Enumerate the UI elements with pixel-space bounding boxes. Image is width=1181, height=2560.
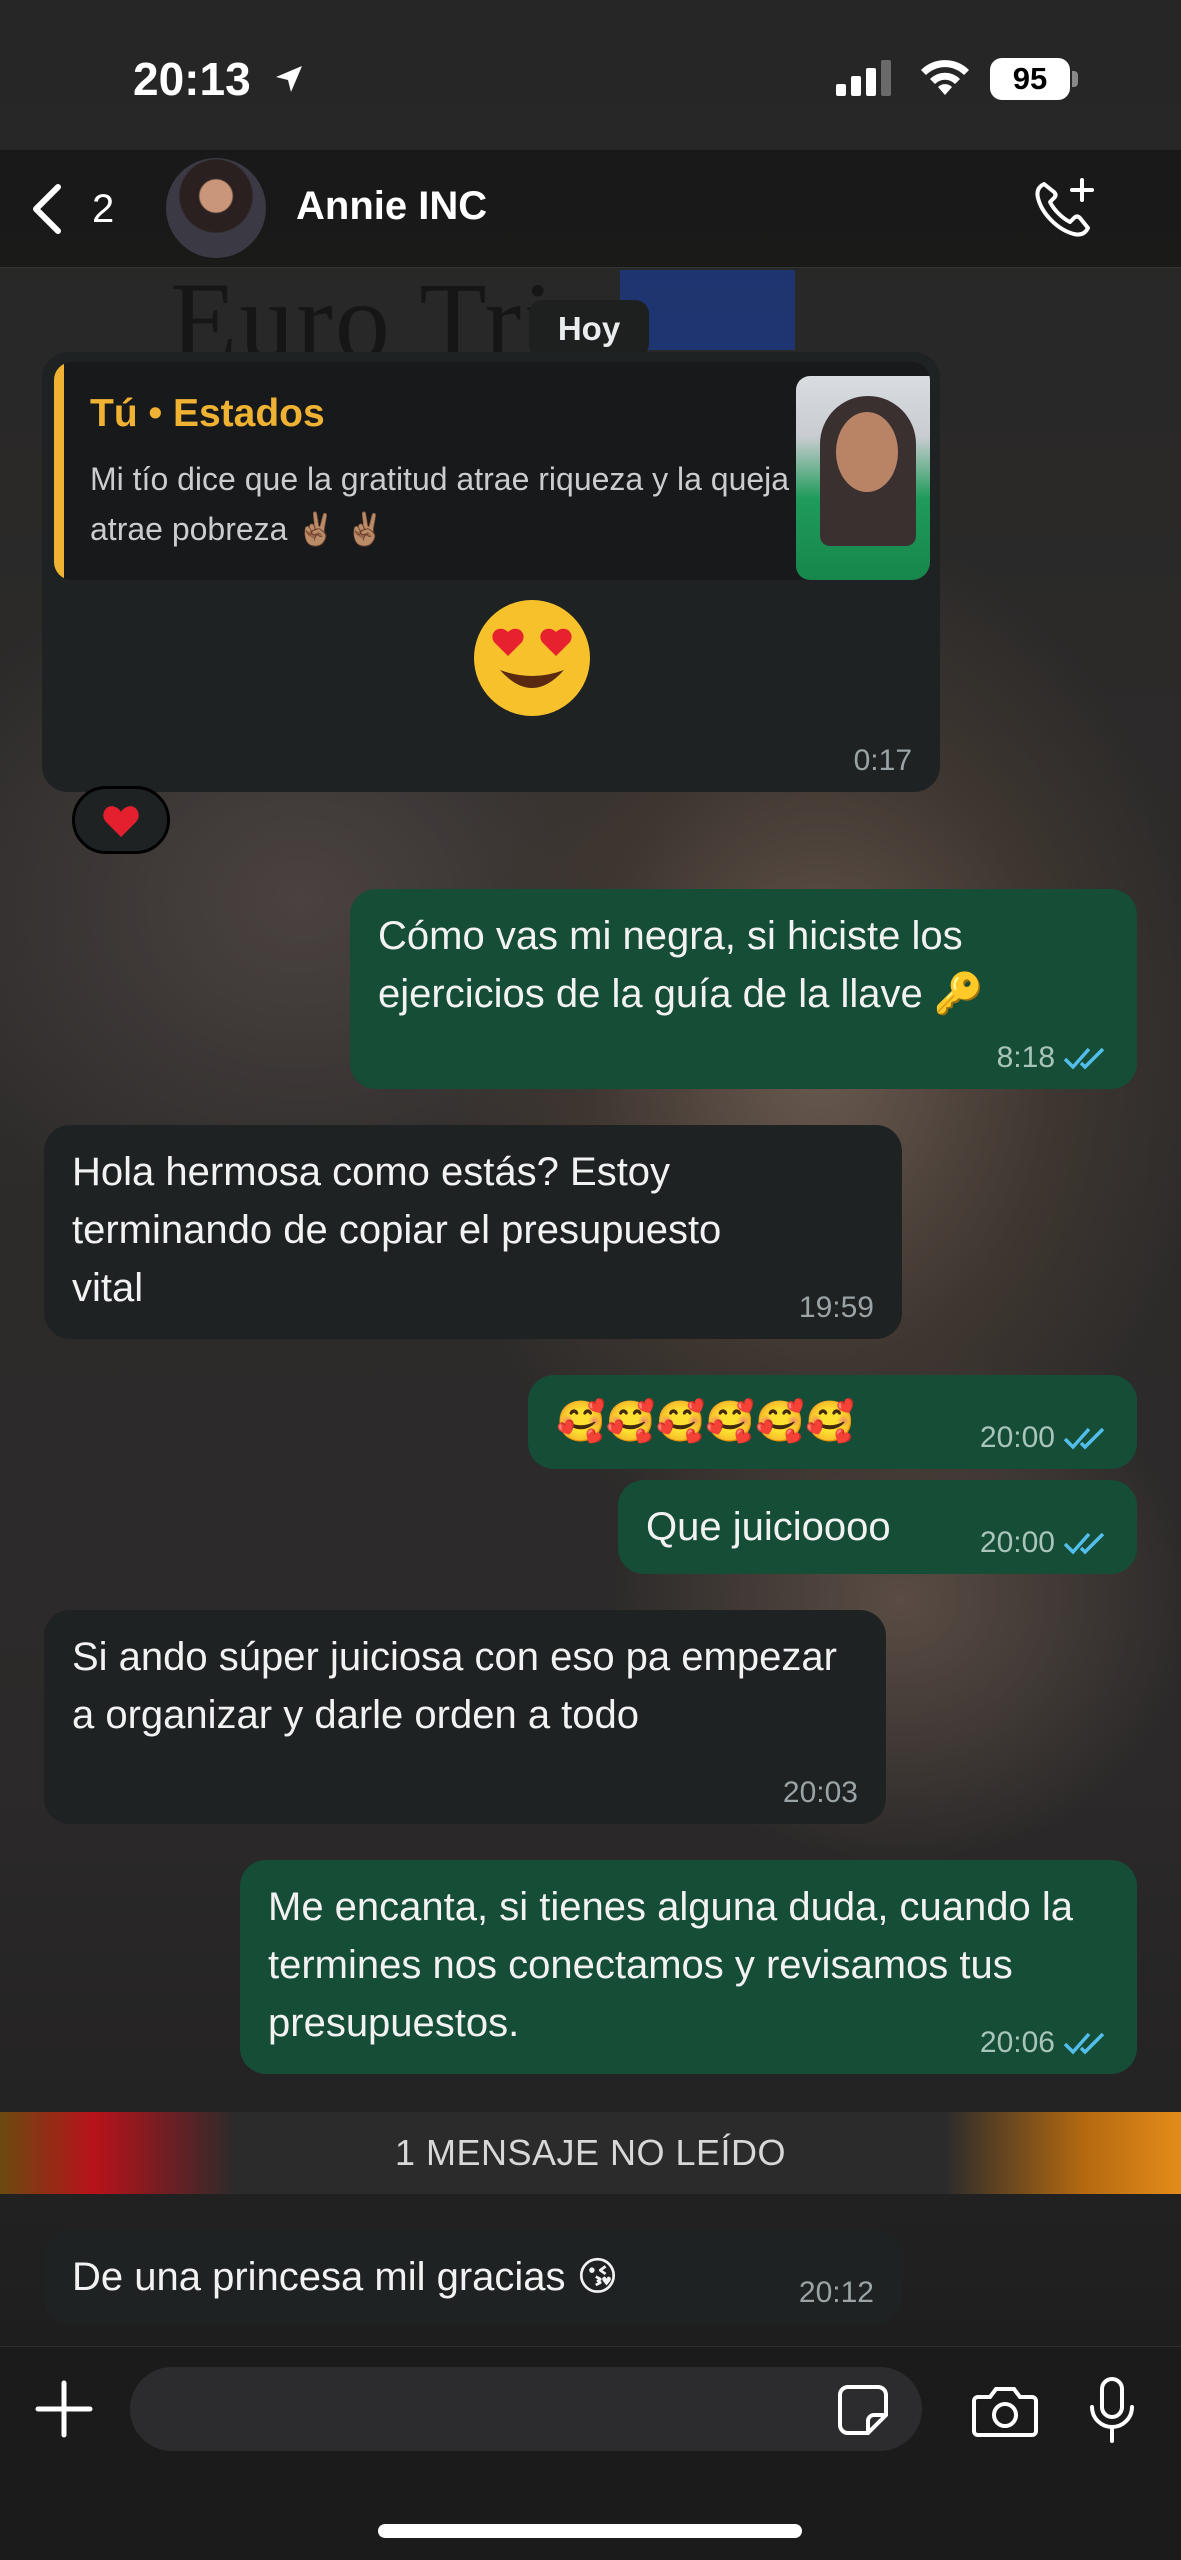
status-thumbnail — [796, 376, 930, 580]
incoming-message[interactable]: Si ando súper juiciosa con eso pa empeza… — [44, 1610, 886, 1824]
home-indicator — [378, 2524, 802, 2538]
message-time: 20:03 — [782, 1776, 858, 1809]
heart-reaction-icon — [103, 806, 139, 837]
day-separator: Hoy — [529, 300, 649, 358]
status-reply-time: 0:17 — [853, 744, 912, 777]
heart-eyes-emoji-icon — [474, 600, 590, 716]
read-ticks-icon — [1063, 1532, 1105, 1555]
battery-tip — [1072, 71, 1078, 87]
outgoing-message[interactable]: 🥰🥰🥰🥰🥰🥰 20:00 — [528, 1375, 1137, 1469]
read-ticks-icon — [1063, 1047, 1105, 1070]
contact-avatar[interactable] — [166, 158, 266, 258]
incoming-message[interactable]: Hola hermosa como estás? Estoy terminand… — [44, 1125, 902, 1339]
message-time: 20:12 — [798, 2276, 874, 2309]
signal-icon — [836, 60, 891, 96]
message-time: 20:00 — [979, 1421, 1055, 1454]
message-time: 20:00 — [979, 1526, 1055, 1559]
message-text: De una princesa mil gracias 😘 — [72, 2255, 619, 2299]
outgoing-message[interactable]: Que juicioooo 20:00 — [618, 1480, 1137, 1574]
message-text: Hola hermosa como estás? Estoy terminand… — [72, 1150, 722, 1310]
message-meta: 19:59 — [799, 1291, 874, 1325]
contact-name[interactable]: Annie INC — [296, 184, 487, 229]
message-time: 20:06 — [979, 2026, 1055, 2059]
battery-icon: 95 — [990, 58, 1078, 100]
message-meta: 20:03 — [783, 1776, 858, 1810]
unread-chats-count: 2 — [92, 186, 115, 231]
back-button[interactable]: 2 — [28, 176, 138, 242]
sticker-icon[interactable] — [836, 2383, 890, 2437]
message-meta: 20:12 — [799, 2276, 874, 2310]
read-ticks-icon — [1063, 1427, 1105, 1450]
message-time: 0:17 — [854, 744, 912, 778]
chevron-left-icon — [33, 184, 61, 234]
message-reaction[interactable] — [72, 786, 170, 854]
message-meta: 20:06 — [980, 2026, 1109, 2060]
add-call-icon[interactable] — [1030, 174, 1100, 244]
plus-icon[interactable] — [32, 2377, 96, 2441]
status-time: 20:13 — [133, 53, 251, 105]
message-input[interactable] — [130, 2367, 922, 2451]
message-meta: 20:00 — [980, 1421, 1109, 1455]
status-reply-bubble[interactable]: Tú • Estados Mi tío dice que la gratitud… — [42, 352, 940, 792]
status-quote[interactable]: Tú • Estados Mi tío dice que la gratitud… — [54, 362, 930, 580]
message-text: Si ando súper juiciosa con eso pa empeza… — [72, 1635, 837, 1737]
message-time: 19:59 — [798, 1291, 874, 1324]
outgoing-message[interactable]: Cómo vas mi negra, si hiciste los ejerci… — [350, 889, 1137, 1089]
message-meta: 20:00 — [980, 1526, 1109, 1560]
thumbnail-face — [836, 412, 898, 492]
read-ticks-icon — [1063, 2032, 1105, 2055]
message-time: 8:18 — [996, 1041, 1055, 1074]
camera-icon[interactable] — [970, 2383, 1040, 2439]
message-meta: 8:18 — [997, 1041, 1109, 1075]
incoming-message[interactable]: De una princesa mil gracias 😘 20:12 — [44, 2230, 902, 2324]
quote-accent-bar — [54, 362, 64, 580]
message-text: Cómo vas mi negra, si hiciste los ejerci… — [378, 914, 984, 1016]
quote-text: Mi tío dice que la gratitud atrae riquez… — [90, 461, 790, 547]
location-arrow-icon — [276, 66, 302, 92]
outgoing-message[interactable]: Me encanta, si tienes alguna duda, cuand… — [240, 1860, 1137, 2074]
unread-messages-banner: 1 MENSAJE NO LEÍDO — [394, 2132, 787, 2173]
wifi-icon — [921, 60, 969, 95]
microphone-icon[interactable] — [1086, 2375, 1138, 2447]
battery-level: 95 — [990, 58, 1070, 100]
chat-header: 2 Annie INC — [0, 150, 1181, 268]
status-bar: 20:13 95 — [0, 0, 1181, 150]
quote-title: Tú • Estados — [90, 392, 325, 435]
